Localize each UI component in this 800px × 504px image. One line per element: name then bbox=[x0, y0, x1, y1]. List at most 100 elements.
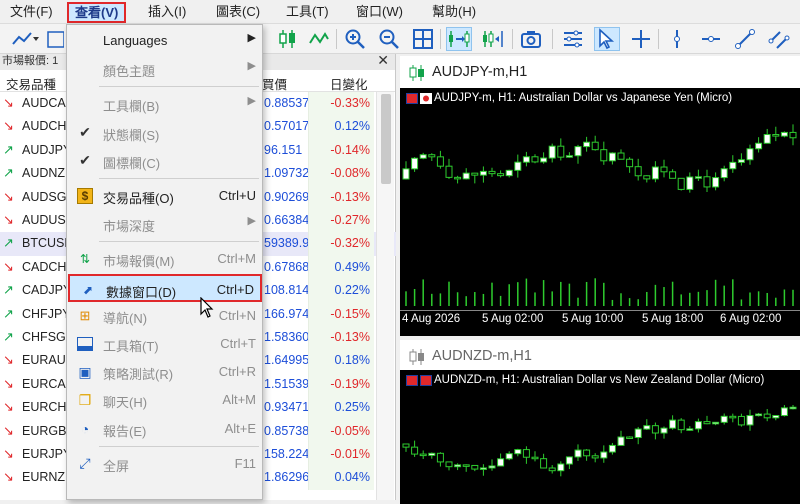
menu-item-4[interactable]: ✔ 狀態欄(S) bbox=[67, 119, 262, 147]
x-axis-label: 5 Aug 02:00 bbox=[482, 313, 544, 325]
candlestick-icon[interactable] bbox=[275, 27, 301, 51]
candle-body bbox=[600, 149, 608, 162]
symbol-cell: EURAUD bbox=[22, 353, 66, 368]
menu-file[interactable]: 文件(F) bbox=[4, 2, 59, 23]
column-header-daily-change[interactable]: 日變化 bbox=[330, 74, 368, 93]
column-header-symbol[interactable]: 交易品種 bbox=[6, 74, 56, 93]
chart-window-audjpy[interactable]: AUDJPY-m,H1 AUDJPY-m, H1: Australian Dol… bbox=[400, 56, 800, 336]
menu-item-0[interactable]: Languages ▶ bbox=[67, 27, 262, 55]
symbol-cell: CHFSGD bbox=[22, 330, 66, 344]
menu-bar: 文件(F) 查看(V) 插入(I) 圖表(C) 工具(T) 窗口(W) 幫助(H… bbox=[0, 0, 800, 24]
candle-body bbox=[522, 449, 530, 458]
menu-item-label: 策略測試(R) bbox=[103, 367, 174, 383]
menu-view[interactable]: 查看(V) bbox=[67, 2, 127, 23]
chart-type-dropdown[interactable] bbox=[6, 27, 44, 51]
scrollbar-thumb[interactable] bbox=[381, 94, 391, 184]
menu-insert[interactable]: 插入(I) bbox=[142, 2, 192, 23]
menu-item-label: 工具欄(B) bbox=[103, 99, 160, 115]
cursor-icon[interactable] bbox=[594, 27, 620, 51]
scrollbar[interactable] bbox=[376, 92, 394, 500]
menu-item-12[interactable]: ⊞ 導航(N) Ctrl+N bbox=[67, 302, 262, 330]
candle-body bbox=[531, 156, 539, 163]
x-axis-label: 5 Aug 10:00 bbox=[562, 313, 624, 325]
close-icon[interactable]: ✕ bbox=[377, 53, 389, 68]
menu-item-3[interactable]: 工具欄(B) ▶ bbox=[67, 90, 262, 118]
daily-change-cell: -0.32% bbox=[330, 236, 370, 251]
menu-item-shortcut: Alt+M bbox=[222, 392, 256, 408]
horizontal-line-icon[interactable] bbox=[698, 27, 724, 51]
candle-body bbox=[583, 449, 591, 457]
change-cell-bg: 0.25% bbox=[308, 396, 374, 420]
screenshot-icon[interactable] bbox=[518, 27, 544, 51]
candle-body bbox=[755, 142, 763, 150]
candle-body bbox=[763, 413, 771, 419]
arrow-up-icon: ↗ bbox=[3, 329, 14, 344]
candle-body bbox=[548, 467, 556, 472]
daily-change-cell: 0.22% bbox=[334, 283, 370, 298]
auto-scroll-icon[interactable] bbox=[446, 27, 472, 51]
candle-body bbox=[411, 157, 419, 170]
toolbox-icon bbox=[75, 334, 95, 354]
candle-body bbox=[514, 161, 522, 171]
checkmark-icon: ✔ bbox=[79, 124, 91, 141]
menu-help[interactable]: 幫助(H) bbox=[426, 2, 482, 23]
menu-item-15[interactable]: ❐ 聊天(H) Alt+M bbox=[67, 386, 262, 414]
change-cell-bg: -0.15% bbox=[308, 302, 374, 326]
chart-title-bar: AUDNZD-m,H1 bbox=[400, 340, 800, 372]
candle-body bbox=[574, 449, 582, 458]
candle-body bbox=[471, 464, 479, 470]
menu-item-16[interactable]: ◔ 報告(E) Alt+E bbox=[67, 415, 262, 443]
menu-window[interactable]: 窗口(W) bbox=[350, 2, 409, 23]
menu-lines-icon[interactable] bbox=[560, 27, 586, 51]
chart-shift-icon[interactable] bbox=[480, 27, 506, 51]
menu-item-5[interactable]: ✔ 圖標欄(C) bbox=[67, 147, 262, 175]
menu-item-11[interactable]: ⬈ 數據窗口(D) Ctrl+D bbox=[68, 273, 262, 302]
arrow-down-icon: ↘ bbox=[3, 118, 14, 134]
candle-body bbox=[479, 170, 487, 176]
symbol-cell: AUDNZD bbox=[22, 166, 66, 181]
candle-body bbox=[660, 427, 668, 434]
zoom-in-icon[interactable] bbox=[342, 27, 368, 51]
vertical-line-icon[interactable] bbox=[664, 27, 690, 51]
daily-change-cell: -0.01% bbox=[330, 447, 370, 461]
tile-windows-icon[interactable] bbox=[410, 27, 436, 51]
chart-canvas[interactable]: AUDNZD-m, H1: Australian Dollar vs New Z… bbox=[400, 370, 800, 504]
change-cell-bg: 0.12% bbox=[308, 115, 374, 139]
bid-cell: 166.974 bbox=[264, 306, 310, 321]
candle-body bbox=[763, 134, 771, 144]
arrow-up-icon: ↗ bbox=[3, 141, 14, 157]
zoom-out-icon[interactable] bbox=[376, 27, 402, 51]
symbol-cell: BTCUSD bbox=[22, 236, 66, 251]
symbol-cell: EURGBP bbox=[22, 423, 66, 438]
menu-item-1[interactable]: 顏色主題 ▶ bbox=[67, 55, 262, 83]
new-chart-icon[interactable] bbox=[46, 27, 64, 51]
chart-title-bar: AUDJPY-m,H1 bbox=[400, 56, 800, 88]
daily-change-cell: 0.04% bbox=[334, 470, 370, 485]
crosshair-icon[interactable] bbox=[628, 27, 654, 51]
symbol-cell: EURJPY bbox=[22, 447, 66, 461]
menu-item-18[interactable]: ⤢ 全屏 F11 bbox=[67, 450, 262, 478]
bid-cell: 1.64995 bbox=[264, 353, 310, 368]
candle-body bbox=[402, 168, 410, 180]
menu-item-7[interactable]: $ 交易品種(O) Ctrl+U bbox=[67, 182, 262, 210]
menu-tools[interactable]: 工具(T) bbox=[280, 2, 335, 23]
channel-icon[interactable] bbox=[766, 27, 792, 51]
menu-item-14[interactable]: ▣ 策略測試(R) Ctrl+R bbox=[67, 358, 262, 386]
candle-body bbox=[755, 413, 763, 417]
chart-window-audnzd[interactable]: AUDNZD-m,H1 AUDNZD-m, H1: Australian Dol… bbox=[400, 336, 800, 504]
menu-item-13[interactable]: 工具箱(T) Ctrl+T bbox=[67, 330, 262, 358]
menu-charts[interactable]: 圖表(C) bbox=[210, 2, 266, 23]
menu-item-10[interactable]: ⇅ 市場報價(M) Ctrl+M bbox=[67, 245, 262, 273]
bid-cell: 96.151 bbox=[264, 142, 303, 157]
candle-body bbox=[462, 464, 470, 467]
menu-item-8[interactable]: 市場深度 ▶ bbox=[67, 210, 262, 238]
chart-canvas[interactable]: AUDJPY-m, H1: Australian Dollar vs Japan… bbox=[400, 88, 800, 336]
arrow-up-icon: ↗ bbox=[3, 235, 14, 251]
change-cell-bg: -0.01% bbox=[308, 443, 374, 467]
candle-body bbox=[540, 157, 548, 163]
arrow-up-icon: ↗ bbox=[3, 165, 14, 181]
line-chart-icon[interactable] bbox=[306, 27, 332, 51]
trend-line-icon[interactable] bbox=[732, 27, 758, 51]
menu-item-label: 市場深度 bbox=[103, 219, 156, 235]
column-header-bid[interactable]: 買價 bbox=[262, 74, 287, 93]
